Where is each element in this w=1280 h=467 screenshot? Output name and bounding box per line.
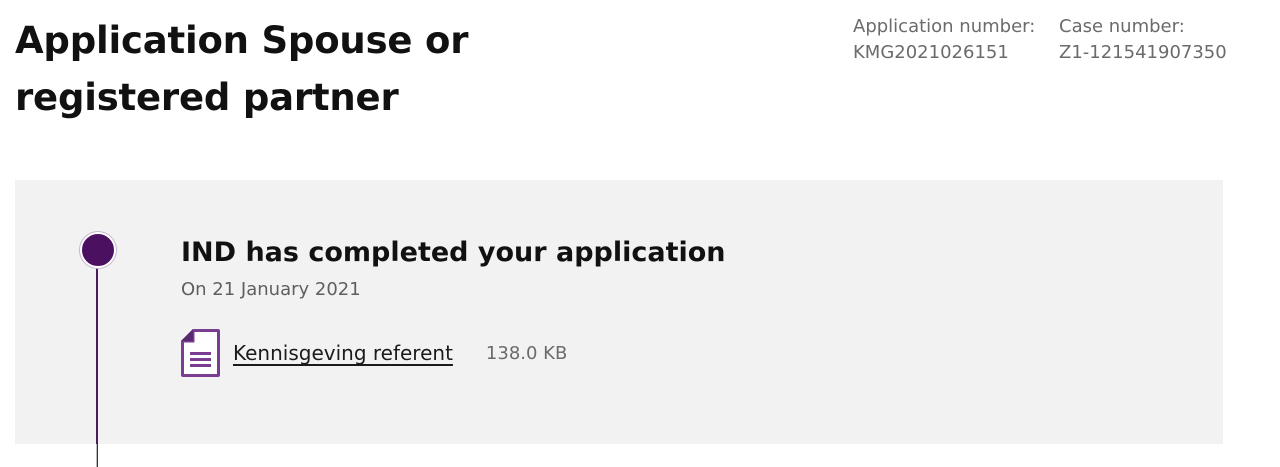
timeline-line-continuation — [96, 444, 97, 467]
document-file-size: 138.0 KB — [485, 342, 568, 364]
application-number-value: KMG2021026151 — [853, 42, 1009, 63]
case-number: Case number: Z1-121541907350 — [1059, 14, 1227, 66]
event-date: On 21 January 2021 — [181, 279, 361, 300]
document-attachment: Kennisgeving referent 138.0 KB — [180, 327, 567, 379]
case-number-value: Z1-121541907350 — [1059, 42, 1227, 63]
document-download-link[interactable]: Kennisgeving referent — [233, 341, 453, 365]
timeline-dot — [80, 232, 116, 268]
event-title: IND has completed your application — [181, 237, 726, 268]
case-number-label: Case number: — [1059, 16, 1185, 37]
timeline-event-panel — [15, 180, 1223, 444]
application-number: Application number: KMG2021026151 — [853, 14, 1035, 66]
page-title: Application Spouse or registered partner — [15, 19, 469, 119]
application-number-label: Application number: — [853, 16, 1036, 37]
application-status-page: Application Spouse or registered partner… — [0, 0, 1280, 467]
document-icon[interactable] — [180, 327, 221, 379]
timeline-line — [96, 250, 98, 467]
